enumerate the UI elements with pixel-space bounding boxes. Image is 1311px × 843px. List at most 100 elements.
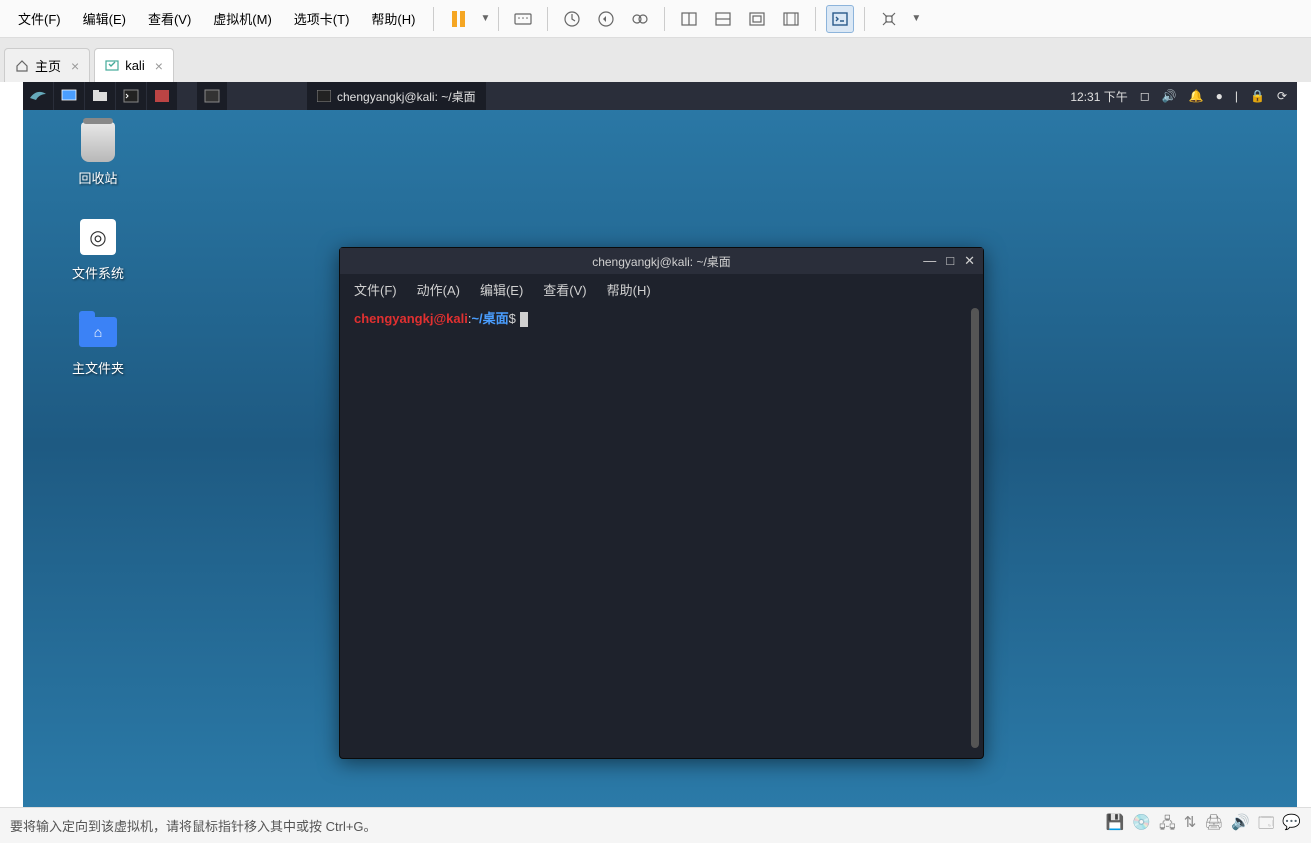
status-network-icon[interactable]: 🖧 bbox=[1159, 813, 1176, 838]
display-icon[interactable]: ◻ bbox=[1140, 89, 1150, 103]
dropdown-arrow-icon[interactable]: ▼ bbox=[480, 13, 490, 24]
close-icon[interactable]: × bbox=[71, 58, 79, 74]
manage-snapshots-button[interactable] bbox=[626, 5, 654, 33]
view-fullscreen-button[interactable] bbox=[777, 5, 805, 33]
status-disk-icon[interactable]: 💾 bbox=[1106, 813, 1125, 838]
menu-tabs[interactable]: 选项卡(T) bbox=[284, 3, 360, 34]
snapshots-icon bbox=[631, 10, 649, 28]
status-icons: 💾 💿 🖧 ⇅ 🖨 🔊 🗔 💬 bbox=[1106, 813, 1301, 838]
view-unity-button[interactable] bbox=[743, 5, 771, 33]
term-menu-file[interactable]: 文件(F) bbox=[354, 280, 397, 299]
snapshot-button[interactable] bbox=[558, 5, 586, 33]
vm-icon bbox=[105, 59, 119, 73]
icon-label: 回收站 bbox=[78, 168, 117, 187]
panel-time[interactable]: 12:31 下午 bbox=[1070, 88, 1127, 105]
status-sound-icon[interactable]: 🔊 bbox=[1231, 813, 1250, 838]
desktop-icon-trash[interactable]: 回收站 bbox=[53, 122, 143, 187]
panel-left bbox=[23, 82, 227, 110]
home-folder-icon: ⌂ bbox=[78, 312, 118, 352]
terminal-scrollbar[interactable] bbox=[971, 308, 979, 748]
tab-home[interactable]: 主页 × bbox=[4, 48, 90, 82]
keyboard-icon bbox=[514, 10, 532, 28]
terminal-menubar: 文件(F) 动作(A) 编辑(E) 查看(V) 帮助(H) bbox=[340, 274, 983, 304]
prompt-path: ~/桌面 bbox=[471, 311, 508, 326]
term-menu-help[interactable]: 帮助(H) bbox=[607, 280, 651, 299]
term-menu-edit[interactable]: 编辑(E) bbox=[480, 280, 523, 299]
prompt-user: chengyangkj@kali bbox=[354, 311, 468, 326]
dropdown-arrow-icon[interactable]: ▼ bbox=[911, 13, 921, 24]
status-cd-icon[interactable]: 💿 bbox=[1132, 813, 1151, 838]
status-message-icon[interactable]: 💬 bbox=[1282, 813, 1301, 838]
maximize-button[interactable]: □ bbox=[946, 253, 954, 269]
menu-vm[interactable]: 虚拟机(M) bbox=[203, 3, 282, 34]
single-pane-icon bbox=[680, 10, 698, 28]
status-usb-icon[interactable]: ⇅ bbox=[1184, 813, 1197, 838]
view-split-button[interactable] bbox=[709, 5, 737, 33]
desktop-icons: 回收站 ◎ 文件系统 ⌂ 主文件夹 bbox=[53, 122, 143, 377]
panel-terminal[interactable] bbox=[116, 82, 146, 110]
pause-button[interactable] bbox=[444, 5, 472, 33]
menu-view[interactable]: 查看(V) bbox=[138, 3, 201, 34]
separator: | bbox=[1235, 89, 1238, 103]
revert-snapshot-button[interactable] bbox=[592, 5, 620, 33]
kali-desktop[interactable]: chengyangkj@kali: ~/桌面 12:31 下午 ◻ 🔊 🔔 ● … bbox=[23, 82, 1297, 807]
separator bbox=[664, 7, 665, 31]
desktop-icon-filesystem[interactable]: ◎ 文件系统 bbox=[53, 217, 143, 282]
vmware-statusbar: 要将输入定向到该虚拟机，请将鼠标指针移入其中或按 Ctrl+G。 💾 💿 🖧 ⇅… bbox=[0, 807, 1311, 843]
icon-label: 文件系统 bbox=[72, 263, 124, 282]
cursor-icon bbox=[520, 312, 528, 327]
terminal-body[interactable]: chengyangkj@kali:~/桌面$ bbox=[340, 304, 983, 758]
tab-label: 主页 bbox=[35, 56, 61, 75]
volume-icon[interactable]: 🔊 bbox=[1162, 89, 1177, 103]
send-ctrl-alt-del-button[interactable] bbox=[509, 5, 537, 33]
notification-icon[interactable]: 🔔 bbox=[1189, 89, 1204, 103]
snapshot-icon bbox=[563, 10, 581, 28]
console-view-button[interactable] bbox=[826, 5, 854, 33]
vm-screen[interactable]: chengyangkj@kali: ~/桌面 12:31 下午 ◻ 🔊 🔔 ● … bbox=[23, 82, 1297, 807]
tab-kali[interactable]: kali × bbox=[94, 48, 174, 82]
status-printer-icon[interactable]: 🖨 bbox=[1204, 813, 1223, 838]
left-gutter bbox=[0, 82, 23, 807]
panel-files[interactable] bbox=[85, 82, 115, 110]
vmware-tabbar: 主页 × kali × bbox=[0, 38, 1311, 82]
separator bbox=[498, 7, 499, 31]
menu-help[interactable]: 帮助(H) bbox=[361, 3, 425, 34]
prompt-dollar: $ bbox=[509, 311, 516, 326]
separator bbox=[815, 7, 816, 31]
terminal-titlebar[interactable]: chengyangkj@kali: ~/桌面 — □ ✕ bbox=[340, 248, 983, 274]
network-icon[interactable]: ● bbox=[1216, 89, 1223, 103]
icon-label: 主文件夹 bbox=[72, 358, 124, 377]
taskbar-title: chengyangkj@kali: ~/桌面 bbox=[337, 88, 476, 105]
minimize-button[interactable]: — bbox=[923, 253, 936, 269]
close-icon[interactable]: × bbox=[155, 58, 163, 74]
menu-file[interactable]: 文件(F) bbox=[8, 3, 71, 34]
panel-workspace[interactable] bbox=[197, 82, 227, 110]
menu-edit[interactable]: 编辑(E) bbox=[73, 3, 136, 34]
kali-logo-icon bbox=[28, 88, 48, 104]
disk-icon: ◎ bbox=[78, 217, 118, 257]
kali-menu-button[interactable] bbox=[23, 82, 53, 110]
term-menu-view[interactable]: 查看(V) bbox=[543, 280, 586, 299]
lock-icon[interactable]: 🔒 bbox=[1250, 89, 1265, 103]
tools-icon bbox=[154, 89, 170, 103]
separator bbox=[547, 7, 548, 31]
terminal-window[interactable]: chengyangkj@kali: ~/桌面 — □ ✕ 文件(F) 动作(A)… bbox=[339, 247, 984, 759]
view-single-button[interactable] bbox=[675, 5, 703, 33]
terminal-small-icon bbox=[317, 90, 331, 102]
close-button[interactable]: ✕ bbox=[964, 253, 975, 269]
status-display-icon[interactable]: 🗔 bbox=[1258, 813, 1274, 838]
power-icon[interactable]: ⟳ bbox=[1277, 89, 1287, 103]
split-pane-icon bbox=[714, 10, 732, 28]
desktop-icon-home[interactable]: ⌂ 主文件夹 bbox=[53, 312, 143, 377]
workspace-icon bbox=[204, 89, 220, 103]
kali-top-panel: chengyangkj@kali: ~/桌面 12:31 下午 ◻ 🔊 🔔 ● … bbox=[23, 82, 1297, 110]
taskbar-terminal-entry[interactable]: chengyangkj@kali: ~/桌面 bbox=[307, 82, 486, 110]
panel-kali-tools[interactable] bbox=[147, 82, 177, 110]
desktop-icon bbox=[61, 89, 77, 103]
window-buttons: — □ ✕ bbox=[923, 253, 975, 269]
panel-show-desktop[interactable] bbox=[54, 82, 84, 110]
term-menu-action[interactable]: 动作(A) bbox=[417, 280, 460, 299]
stretch-button[interactable] bbox=[875, 5, 903, 33]
stretch-icon bbox=[880, 10, 898, 28]
tab-label: kali bbox=[125, 58, 145, 73]
